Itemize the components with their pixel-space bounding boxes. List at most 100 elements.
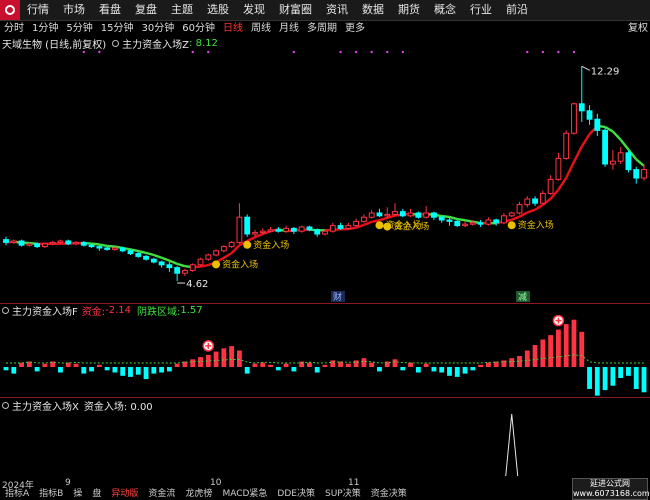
candle-body [65,240,72,245]
indicator-tab[interactable]: DDE决策 [272,489,320,500]
osc-bar [42,363,48,367]
watermark: 延进公式网 www.6073168.com [572,478,650,500]
osc-bar [439,367,445,373]
osc-bar [89,367,94,372]
osc-bar [96,364,102,367]
indicator-tab[interactable]: 异动版 [106,489,143,500]
ma-segment [511,215,520,221]
candle-body [337,225,344,229]
event-cai: 财 [333,291,342,303]
candle-body [96,246,103,249]
candle-body [345,225,352,229]
candle-body [586,110,593,120]
candle-body [625,152,632,171]
signal-coin-icon [383,222,392,231]
indicator-tab[interactable]: 指标A [0,489,34,500]
candle-body [158,261,165,266]
marker-dot [541,50,545,54]
candle-body [205,254,212,260]
candle-body [182,269,188,274]
candle-body [18,240,25,246]
candle-body [508,212,515,217]
candle-body [150,258,157,263]
ma-segment [449,215,458,221]
marker-dot [370,50,373,54]
signal-coin-icon [243,240,252,249]
indicator-tab[interactable]: 操 [68,489,87,500]
ma-segment [526,208,536,214]
osc-bar [3,367,9,371]
high-pointer [581,65,590,71]
indicator-tab[interactable]: 资金决策 [366,489,412,500]
osc-bar [361,358,367,367]
mid-k1: 资金: [81,307,106,318]
candle-body [431,212,437,218]
candle-body [329,225,336,232]
ma-segment [153,253,163,259]
osc-bar [237,350,242,367]
candle-body [594,118,601,131]
signal-spike [505,413,519,477]
osc-bar [470,367,476,371]
ma-segment [457,217,466,222]
osc-bar [610,367,616,386]
candle-body [135,253,142,257]
ma-segment [91,242,100,246]
candle-body [41,243,48,248]
marker-dot [572,50,576,54]
osc-bar [260,362,266,367]
candle-body [104,247,111,250]
candle-body [244,216,251,235]
candle-body [306,226,313,231]
osc-bar [143,367,149,380]
ma-segment [565,161,576,179]
indicator-tab[interactable]: 盘 [87,489,106,500]
candle-body [213,250,219,256]
mid-panel-header: 主力资金入场F 资金: -2.14 阴跌区域: 1.57 [0,304,203,318]
candle-body [298,226,305,232]
event-jian: 减 [518,291,527,303]
osc-bar [151,367,157,374]
osc-bar [330,360,336,367]
settings-circle-icon[interactable] [2,307,9,314]
candle-body [571,103,577,134]
ma-segment [580,133,591,148]
osc-bar [81,367,87,374]
candle-body [524,198,531,206]
candle-body [88,244,95,248]
indicator-tab[interactable]: 资金流 [143,489,180,500]
marker-dot [401,50,405,54]
indicator-name: 主力资金入场Z [122,40,190,51]
indicator-tab[interactable]: 龙虎榜 [180,489,217,500]
marker-dot [526,50,529,54]
osc-bar [314,367,320,373]
candle-body [469,222,476,225]
indicator-tab[interactable]: 指标B [34,489,68,500]
settings-circle-icon[interactable] [2,402,9,409]
marker-dot [207,50,210,54]
signal-label: 资金入场 [393,221,429,233]
signal-label: 资金入场 [518,219,554,231]
main-panel-header: 天域生物 (日线,前复权) 主力资金入场Z : 8.12 [0,37,218,51]
mid-v1: -2.14 [105,305,132,316]
candle-body [112,247,118,250]
ma-segment [464,219,474,224]
candle-body [516,204,523,214]
osc-bar [431,367,437,372]
candle-body [49,241,56,245]
candle-body [485,219,492,225]
indicator-tab[interactable]: SUP决策 [320,489,366,500]
osc-bar [392,359,398,367]
settings-circle-icon[interactable] [112,40,120,47]
osc-bar [369,362,375,367]
osc-bar [135,367,141,375]
indicator-tab[interactable]: MACD紧急 [217,489,272,500]
candle-body [275,229,282,232]
osc-bar [275,367,281,371]
osc-bar [618,367,624,378]
candle-body [252,232,258,235]
osc-bar [104,367,110,371]
candle-body [578,103,585,112]
osc-bar [213,351,219,367]
candle-body [220,246,227,252]
